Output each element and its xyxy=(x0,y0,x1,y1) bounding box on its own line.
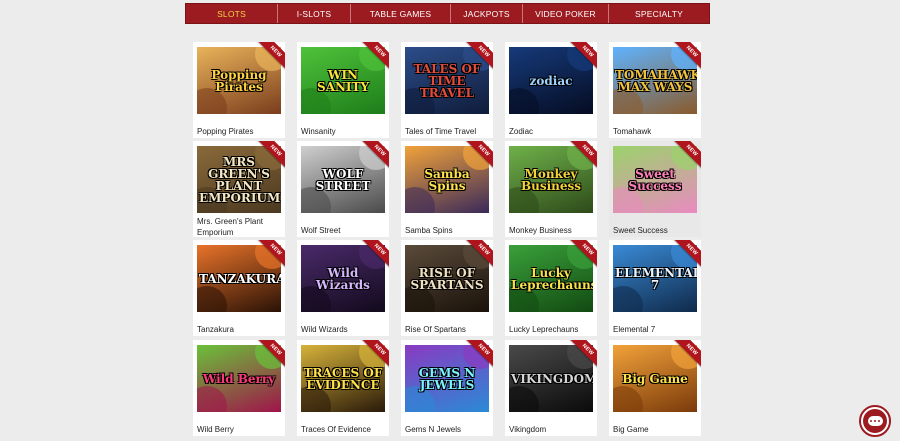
game-logo: VIKINGDOM xyxy=(511,371,593,386)
game-thumbnail[interactable]: zodiac xyxy=(509,47,593,114)
game-title[interactable]: Zodiac xyxy=(509,126,594,137)
game-title[interactable]: Mrs. Green's Plant Emporium xyxy=(197,216,282,237)
game-thumbnail[interactable]: TANZAKURA xyxy=(197,245,281,312)
game-thumbnail[interactable]: TOMAHAWK MAX WAYS xyxy=(613,47,697,114)
game-card[interactable]: WOLF STREET NEW Wolf Street xyxy=(297,141,389,237)
game-card[interactable]: WIN SANITY NEW Winsanity xyxy=(297,42,389,138)
game-card[interactable]: VIKINGDOM NEW Vikingdom xyxy=(505,340,597,436)
game-title[interactable]: Big Game xyxy=(613,424,698,435)
tab-slots[interactable]: SLOTS xyxy=(186,4,278,23)
game-logo: Big Game xyxy=(622,371,688,386)
tab-specialty[interactable]: SPECIALTY xyxy=(609,4,709,23)
game-category-nav: SLOTS I-SLOTS TABLE GAMES JACKPOTS VIDEO POK… xyxy=(185,3,710,24)
game-logo: Lucky Leprechauns xyxy=(511,265,593,292)
game-card[interactable]: MRS GREEN'S PLANT EMPORIUM NEW Mrs. Green'… xyxy=(193,141,285,237)
game-title[interactable]: Gems N Jewels xyxy=(405,424,490,435)
game-thumbnail[interactable]: TALES OF TIME TRAVEL xyxy=(405,47,489,114)
game-logo: WIN SANITY xyxy=(316,67,370,94)
game-logo: zodiac xyxy=(529,73,573,88)
game-thumbnail[interactable]: WIN SANITY xyxy=(301,47,385,114)
game-thumbnail[interactable]: TRACES OF EVIDENCE xyxy=(301,345,385,412)
game-title[interactable]: Vikingdom xyxy=(509,424,594,435)
game-card[interactable]: RISE OF SPARTANS NEW Rise Of Spartans xyxy=(401,240,493,336)
game-thumbnail[interactable]: Wild Berry xyxy=(197,345,281,412)
game-thumbnail[interactable]: VIKINGDOM xyxy=(509,345,593,412)
tab-video-poker[interactable]: VIDEO POKER xyxy=(523,4,609,23)
game-logo: Popping Pirates xyxy=(211,67,267,94)
game-logo: Sweet Success xyxy=(628,166,682,193)
game-card[interactable]: TANZAKURA NEW Tanzakura xyxy=(193,240,285,336)
game-card[interactable]: Sweet Success NEW Sweet Success xyxy=(609,141,701,237)
game-thumbnail[interactable]: Samba Spins xyxy=(405,146,489,213)
game-card[interactable]: Samba Spins NEW Samba Spins xyxy=(401,141,493,237)
game-thumbnail[interactable]: MRS GREEN'S PLANT EMPORIUM xyxy=(197,146,281,213)
game-card[interactable]: Wild Wizards NEW Wild Wizards xyxy=(297,240,389,336)
tab-jackpots[interactable]: JACKPOTS xyxy=(451,4,523,23)
game-logo: TALES OF TIME TRAVEL xyxy=(413,61,481,100)
game-logo: MRS GREEN'S PLANT EMPORIUM xyxy=(199,154,281,205)
game-title[interactable]: Tales of Time Travel xyxy=(405,126,490,137)
game-title[interactable]: Rise Of Spartans xyxy=(405,324,490,335)
game-thumbnail[interactable]: ELEMENTAL 7 xyxy=(613,245,697,312)
game-card[interactable]: GEMS N JEWELS NEW Gems N Jewels xyxy=(401,340,493,436)
game-title[interactable]: Wild Wizards xyxy=(301,324,386,335)
game-logo: Wild Wizards xyxy=(316,265,370,292)
game-title[interactable]: Elemental 7 xyxy=(613,324,698,335)
game-title[interactable]: Samba Spins xyxy=(405,225,490,236)
game-thumbnail[interactable]: Sweet Success xyxy=(613,146,697,213)
game-card[interactable]: Big Game NEW Big Game xyxy=(609,340,701,436)
game-title[interactable]: Traces Of Evidence xyxy=(301,424,386,435)
game-card[interactable]: TALES OF TIME TRAVEL NEW Tales of Time Tra… xyxy=(401,42,493,138)
game-logo: Wild Berry xyxy=(202,371,276,386)
game-thumbnail[interactable]: Popping Pirates xyxy=(197,47,281,114)
game-card[interactable]: ELEMENTAL 7 NEW Elemental 7 xyxy=(609,240,701,336)
game-thumbnail[interactable]: Wild Wizards xyxy=(301,245,385,312)
game-card[interactable]: Lucky Leprechauns NEW Lucky Leprechauns xyxy=(505,240,597,336)
game-logo: Monkey Business xyxy=(520,166,582,193)
game-logo: WOLF STREET xyxy=(315,166,371,193)
game-title[interactable]: Wild Berry xyxy=(197,424,282,435)
tab-table-games[interactable]: TABLE GAMES xyxy=(351,4,451,23)
game-card[interactable]: Popping Pirates NEW Popping Pirates xyxy=(193,42,285,138)
chat-bubble-icon xyxy=(863,409,887,433)
game-logo: ELEMENTAL 7 xyxy=(615,265,697,292)
game-thumbnail[interactable]: RISE OF SPARTANS xyxy=(405,245,489,312)
game-title[interactable]: Lucky Leprechauns xyxy=(509,324,594,335)
game-title[interactable]: Tomahawk xyxy=(613,126,698,137)
game-title[interactable]: Tanzakura xyxy=(197,324,282,335)
game-thumbnail[interactable]: Monkey Business xyxy=(509,146,593,213)
game-title[interactable]: Winsanity xyxy=(301,126,386,137)
game-thumbnail[interactable]: Lucky Leprechauns xyxy=(509,245,593,312)
game-logo: TOMAHAWK MAX WAYS xyxy=(615,67,697,94)
game-thumbnail[interactable]: Big Game xyxy=(613,345,697,412)
game-logo: TRACES OF EVIDENCE xyxy=(303,365,383,392)
game-grid: Popping Pirates NEW Popping Pirates WIN SAN… xyxy=(193,42,708,441)
game-logo: GEMS N JEWELS xyxy=(418,365,476,392)
tab-i-slots[interactable]: I-SLOTS xyxy=(278,4,351,23)
game-logo: TANZAKURA xyxy=(199,271,281,286)
game-title[interactable]: Popping Pirates xyxy=(197,126,282,137)
game-logo: RISE OF SPARTANS xyxy=(410,265,484,292)
game-logo: Samba Spins xyxy=(424,166,470,193)
game-thumbnail[interactable]: GEMS N JEWELS xyxy=(405,345,489,412)
game-card[interactable]: Wild Berry NEW Wild Berry xyxy=(193,340,285,436)
game-title[interactable]: Sweet Success xyxy=(613,225,698,236)
game-card[interactable]: zodiac NEW Zodiac xyxy=(505,42,597,138)
game-card[interactable]: TOMAHAWK MAX WAYS NEW Tomahawk xyxy=(609,42,701,138)
game-card[interactable]: TRACES OF EVIDENCE NEW Traces Of Evidence xyxy=(297,340,389,436)
game-card[interactable]: Monkey Business NEW Monkey Business xyxy=(505,141,597,237)
game-title[interactable]: Wolf Street xyxy=(301,225,386,236)
live-chat-button[interactable] xyxy=(859,405,891,437)
game-thumbnail[interactable]: WOLF STREET xyxy=(301,146,385,213)
game-title[interactable]: Monkey Business xyxy=(509,225,594,236)
